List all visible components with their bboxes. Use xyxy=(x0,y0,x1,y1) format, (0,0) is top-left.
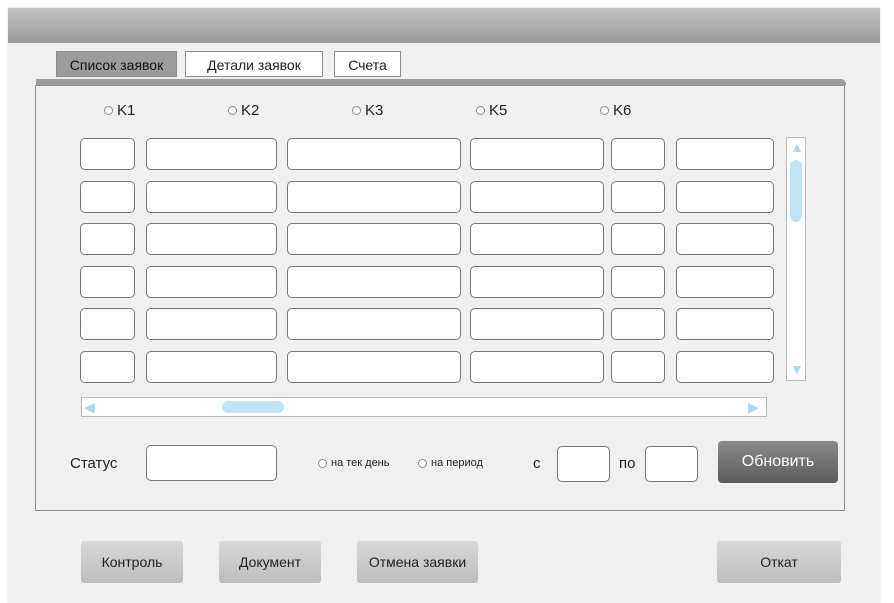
radio-icon xyxy=(104,106,113,115)
horizontal-scroll-thumb[interactable] xyxy=(222,401,284,413)
grid-cell[interactable] xyxy=(146,308,277,340)
grid-cell[interactable] xyxy=(611,350,665,383)
grid-cell[interactable] xyxy=(146,350,277,383)
grid-cell[interactable] xyxy=(676,138,774,170)
radio-k3[interactable]: K3 xyxy=(352,102,383,119)
grid-cell[interactable] xyxy=(146,223,277,255)
grid-cell[interactable] xyxy=(287,223,461,255)
from-label: с xyxy=(533,455,541,472)
horizontal-scrollbar[interactable]: ◀ ▶ xyxy=(81,397,767,417)
radio-icon xyxy=(418,458,427,468)
document-button[interactable]: Документ xyxy=(219,541,321,583)
grid-cell[interactable] xyxy=(470,308,604,340)
grid-cell[interactable] xyxy=(470,223,604,255)
grid-cell[interactable] xyxy=(676,265,774,298)
radio-label: K3 xyxy=(365,102,384,119)
radio-icon xyxy=(318,458,327,468)
radio-k6[interactable]: K6 xyxy=(600,102,631,119)
radio-label: K6 xyxy=(613,102,632,119)
vertical-scrollbar[interactable]: ▲ ▼ xyxy=(786,137,806,381)
radio-icon xyxy=(228,106,237,115)
tab-invoices[interactable]: Счета xyxy=(334,51,401,77)
radio-label: K5 xyxy=(489,102,508,119)
grid-cell[interactable] xyxy=(676,223,774,255)
grid-cell[interactable] xyxy=(611,138,665,170)
grid-cell[interactable] xyxy=(470,180,604,213)
grid-cell[interactable] xyxy=(146,180,277,213)
to-label: по xyxy=(619,455,636,472)
grid-cell[interactable] xyxy=(146,265,277,298)
radio-icon xyxy=(600,106,609,115)
radio-k5[interactable]: K5 xyxy=(476,102,507,119)
grid-cell[interactable] xyxy=(611,308,665,340)
grid-cell[interactable] xyxy=(80,180,135,213)
radio-label: K1 xyxy=(117,102,136,119)
title-bar xyxy=(8,8,880,43)
grid-cell[interactable] xyxy=(470,138,604,170)
grid-cell[interactable] xyxy=(676,180,774,213)
tab-request-list[interactable]: Список заявок xyxy=(56,51,177,77)
column-selector: K1 K2 K3 K5 K6 xyxy=(0,102,894,122)
grid-cell[interactable] xyxy=(611,180,665,213)
tab-request-details[interactable]: Детали заявок xyxy=(185,51,323,77)
radio-k2[interactable]: K2 xyxy=(228,102,259,119)
radio-period[interactable]: на период xyxy=(418,457,483,469)
radio-k1[interactable]: K1 xyxy=(104,102,135,119)
grid-cell[interactable] xyxy=(80,308,135,340)
radio-today[interactable]: на тек день xyxy=(318,457,390,469)
grid-cell[interactable] xyxy=(80,223,135,255)
radio-icon xyxy=(476,106,485,115)
rollback-button[interactable]: Откат xyxy=(717,541,841,583)
scroll-right-icon[interactable]: ▶ xyxy=(748,400,759,414)
grid-cell[interactable] xyxy=(287,138,461,170)
grid-cell[interactable] xyxy=(80,138,135,170)
scroll-down-icon[interactable]: ▼ xyxy=(790,362,804,376)
radio-label: на тек день xyxy=(331,457,390,469)
grid-cell[interactable] xyxy=(470,265,604,298)
vertical-scroll-thumb[interactable] xyxy=(790,160,802,222)
grid-cell[interactable] xyxy=(80,265,135,298)
radio-icon xyxy=(352,106,361,115)
to-date-field[interactable] xyxy=(645,446,698,482)
grid-cell[interactable] xyxy=(470,350,604,383)
grid-cell[interactable] xyxy=(287,180,461,213)
scroll-up-icon[interactable]: ▲ xyxy=(790,140,804,154)
refresh-button[interactable]: Обновить xyxy=(718,441,838,483)
radio-label: K2 xyxy=(241,102,260,119)
control-button[interactable]: Контроль xyxy=(81,541,183,583)
status-field[interactable] xyxy=(146,445,277,481)
grid-cell[interactable] xyxy=(80,350,135,383)
cancel-request-button[interactable]: Отмена заявки xyxy=(357,541,478,583)
radio-label: на период xyxy=(431,457,483,469)
grid-cell[interactable] xyxy=(676,308,774,340)
status-label: Статус xyxy=(70,455,118,472)
grid-cell[interactable] xyxy=(611,265,665,298)
from-date-field[interactable] xyxy=(557,446,610,482)
grid-cell[interactable] xyxy=(287,308,461,340)
grid-cell[interactable] xyxy=(676,350,774,383)
grid-cell[interactable] xyxy=(146,138,277,170)
grid-cell[interactable] xyxy=(287,265,461,298)
scroll-left-icon[interactable]: ◀ xyxy=(84,400,95,414)
grid-cell[interactable] xyxy=(287,350,461,383)
grid-cell[interactable] xyxy=(611,223,665,255)
